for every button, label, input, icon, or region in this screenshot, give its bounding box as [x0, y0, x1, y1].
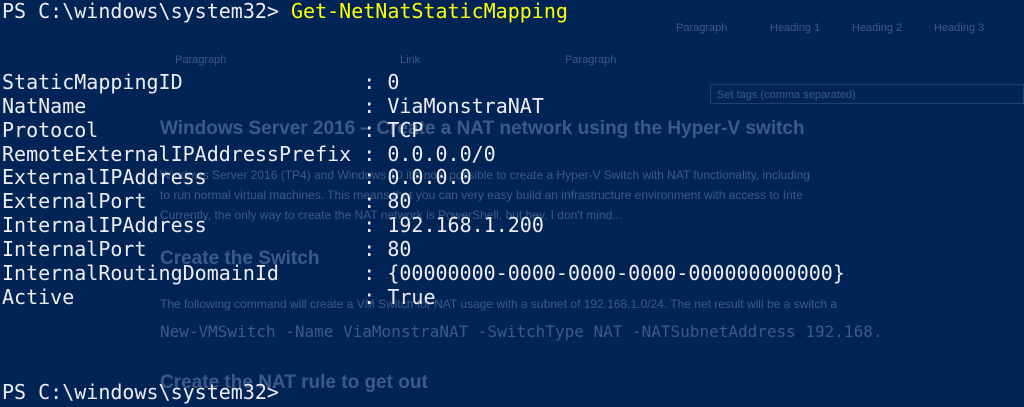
output-key: ExternalPort: [2, 189, 364, 213]
output-separator: :: [363, 70, 388, 94]
output-value: ViaMonstraNAT: [387, 94, 544, 118]
output-value: True: [387, 285, 436, 309]
output-separator: :: [363, 285, 388, 309]
output-key: InternalIPAddress: [2, 213, 364, 237]
output-key: StaticMappingID: [2, 70, 364, 94]
output-key: RemoteExternalIPAddressPrefix: [2, 142, 364, 166]
output-key: InternalRoutingDomainId: [2, 261, 364, 285]
output-value: 0: [387, 70, 400, 94]
output-row: ExternalIPAddress : 0.0.0.0: [2, 165, 472, 190]
output-separator: :: [363, 142, 388, 166]
final-prompt-text: PS C:\windows\system32>: [2, 380, 279, 404]
output-value: 192.168.1.200: [387, 213, 544, 237]
output-value: 80: [387, 189, 412, 213]
output-value: TCP: [387, 118, 424, 142]
output-separator: :: [363, 94, 388, 118]
output-key: NatName: [2, 94, 364, 118]
output-row: NatName : ViaMonstraNAT: [2, 94, 544, 119]
output-row: InternalIPAddress : 192.168.1.200: [2, 213, 544, 238]
powershell-console[interactable]: PS C:\windows\system32> Get-NetNatStatic…: [0, 0, 1024, 407]
output-key: InternalPort: [2, 237, 364, 261]
command-text: Get-NetNatStaticMapping: [290, 0, 568, 23]
output-row: InternalRoutingDomainId : {00000000-0000…: [2, 261, 845, 286]
output-row: RemoteExternalIPAddressPrefix : 0.0.0.0/…: [2, 142, 496, 167]
output-separator: :: [363, 237, 388, 261]
output-value: 0.0.0.0: [387, 165, 472, 189]
output-row: StaticMappingID : 0: [2, 70, 400, 95]
output-row: ExternalPort : 80: [2, 189, 412, 214]
output-value: 80: [387, 237, 412, 261]
output-row: Active : True: [2, 285, 436, 310]
output-separator: :: [363, 213, 388, 237]
prompt-text: PS C:\windows\system32>: [2, 0, 291, 23]
output-row: Protocol : TCP: [2, 118, 424, 143]
output-separator: :: [363, 261, 388, 285]
output-key: Protocol: [2, 118, 364, 142]
command-line: PS C:\windows\system32> Get-NetNatStatic…: [2, 0, 568, 24]
output-key: Active: [2, 285, 364, 309]
output-value: 0.0.0.0/0: [387, 142, 496, 166]
output-value: {00000000-0000-0000-0000-000000000000}: [387, 261, 845, 285]
final-prompt-line[interactable]: PS C:\windows\system32>: [2, 380, 279, 405]
output-separator: :: [363, 189, 388, 213]
output-separator: :: [363, 165, 388, 189]
output-separator: :: [363, 118, 388, 142]
output-key: ExternalIPAddress: [2, 165, 364, 189]
output-row: InternalPort : 80: [2, 237, 412, 262]
